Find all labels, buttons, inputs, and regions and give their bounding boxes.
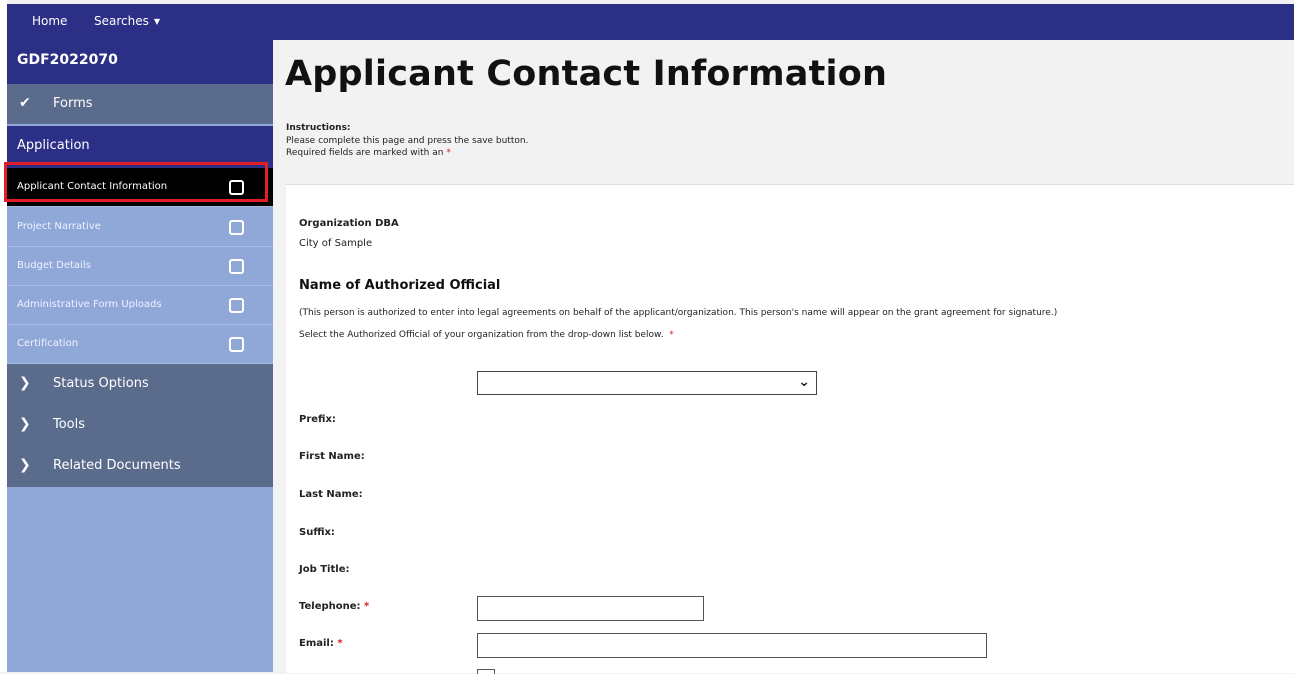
forms-section-label: Forms xyxy=(53,96,93,111)
email-input[interactable] xyxy=(477,633,987,658)
sidebar-item-certification[interactable]: Certification xyxy=(7,325,273,364)
chevron-right-icon: ❯ xyxy=(19,416,31,432)
chevron-down-icon: ⌄ xyxy=(798,374,810,390)
instructions-line-2-text: Required fields are marked with an xyxy=(286,148,444,158)
related-documents-label: Related Documents xyxy=(53,458,181,473)
sidebar-item-label: Project Narrative xyxy=(17,221,101,232)
left-margin xyxy=(0,0,7,672)
authorized-official-select[interactable]: ⌄ xyxy=(477,371,817,395)
incomplete-checkbox-icon xyxy=(229,298,244,313)
application-label: Application xyxy=(17,138,90,153)
sidebar-item-administrative-form-uploads[interactable]: Administrative Form Uploads xyxy=(7,286,273,325)
status-options-toggle[interactable]: ❯ Status Options xyxy=(7,364,273,405)
org-dba-label: Organization DBA xyxy=(299,218,399,229)
telephone-label: Telephone: * xyxy=(299,601,369,612)
incomplete-checkbox-icon xyxy=(229,337,244,352)
chevron-right-icon: ❯ xyxy=(19,375,31,391)
tools-label: Tools xyxy=(53,417,86,432)
nav-home-link[interactable]: Home xyxy=(32,14,67,28)
related-documents-toggle[interactable]: ❯ Related Documents xyxy=(7,446,273,487)
job-title-label: Job Title: xyxy=(299,564,350,575)
prefix-label: Prefix: xyxy=(299,414,336,425)
sidebar-item-project-narrative[interactable]: Project Narrative xyxy=(7,208,273,247)
sidebar: GDF2022070 ✔ Forms Application Applicant… xyxy=(7,40,273,672)
page-title: Applicant Contact Information xyxy=(285,54,888,94)
caret-down-icon: ▼ xyxy=(153,17,161,26)
sidebar-item-budget-details[interactable]: Budget Details xyxy=(7,247,273,286)
form-card: Organization DBA City of Sample Name of … xyxy=(286,184,1294,674)
main-content: Applicant Contact Information Instructio… xyxy=(273,40,1294,674)
required-marker: * xyxy=(446,148,451,158)
tools-toggle[interactable]: ❯ Tools xyxy=(7,405,273,446)
instructions-line-2: Required fields are marked with an * xyxy=(286,148,451,158)
required-marker: * xyxy=(669,330,674,340)
select-official-prompt-text: Select the Authorized Official of your o… xyxy=(299,330,664,340)
top-nav-bar: Home Searches ▼ xyxy=(7,4,1294,40)
sidebar-item-label: Administrative Form Uploads xyxy=(17,299,162,310)
email-label-text: Email: xyxy=(299,638,334,649)
incomplete-checkbox-icon xyxy=(229,220,244,235)
authorized-official-heading: Name of Authorized Official xyxy=(299,278,501,293)
select-official-prompt: Select the Authorized Official of your o… xyxy=(299,330,674,340)
incomplete-checkbox-icon xyxy=(229,259,244,274)
sidebar-item-label: Budget Details xyxy=(17,260,91,271)
instructions-label: Instructions: xyxy=(286,123,351,133)
forms-section-toggle[interactable]: ✔ Forms xyxy=(7,84,273,124)
telephone-label-text: Telephone: xyxy=(299,601,361,612)
case-id-header: GDF2022070 xyxy=(7,40,273,84)
org-dba-value: City of Sample xyxy=(299,238,373,249)
required-marker: * xyxy=(337,638,343,649)
telephone-input[interactable] xyxy=(477,596,704,621)
nav-searches-menu[interactable]: Searches ▼ xyxy=(94,14,160,28)
sidebar-item-label: Certification xyxy=(17,338,79,349)
nav-searches-label: Searches xyxy=(94,14,149,28)
email-label: Email: * xyxy=(299,638,343,649)
authorized-official-note: (This person is authorized to enter into… xyxy=(299,308,1058,318)
chevron-down-icon: ✔ xyxy=(19,95,31,111)
last-name-label: Last Name: xyxy=(299,489,363,500)
active-item-highlight xyxy=(4,162,268,202)
case-id-label: GDF2022070 xyxy=(17,52,118,68)
chevron-right-icon: ❯ xyxy=(19,457,31,473)
suffix-label: Suffix: xyxy=(299,527,335,538)
instructions-line-1: Please complete this page and press the … xyxy=(286,136,529,146)
first-name-label: First Name: xyxy=(299,451,365,462)
status-options-label: Status Options xyxy=(53,376,149,391)
required-marker: * xyxy=(364,601,370,612)
